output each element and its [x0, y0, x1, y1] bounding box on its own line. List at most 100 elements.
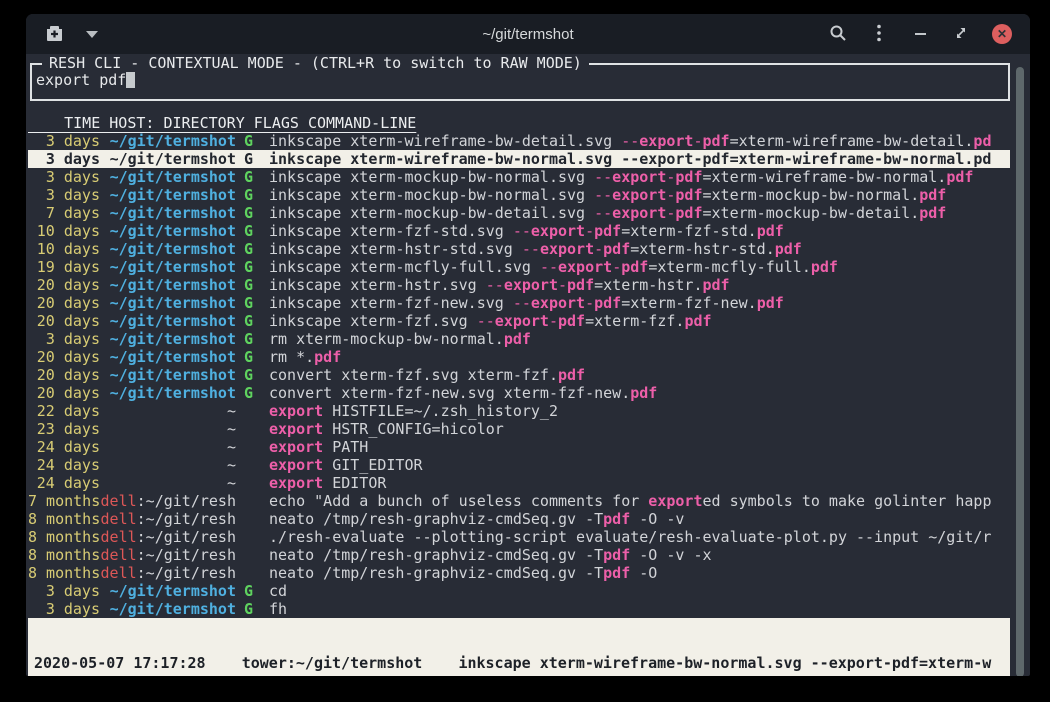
- history-row[interactable]: 20 days~/git/termshotGrm *.pdf: [28, 348, 1010, 366]
- text-segment: :~/git/resh: [137, 546, 236, 564]
- text-segment: =xterm-hstr.: [594, 276, 702, 294]
- text-segment: --: [594, 204, 612, 222]
- history-row[interactable]: 24 days ~ export GIT_EDITOR: [28, 456, 1010, 474]
- history-row[interactable]: 20 days~/git/termshotGinkscape xterm-fzf…: [28, 312, 1010, 330]
- text-segment: pdf: [504, 330, 531, 348]
- history-row[interactable]: 8 monthsdell:~/git/resh ./resh-evaluate -…: [28, 528, 1010, 546]
- new-tab-button[interactable]: [42, 22, 66, 46]
- history-row[interactable]: 24 days~export PATH: [28, 438, 1010, 456]
- row-time: 20 days: [28, 312, 100, 330]
- restore-button[interactable]: [949, 22, 973, 46]
- row-command: cd: [269, 582, 1010, 600]
- restore-icon: [955, 27, 967, 42]
- text-segment: pdf: [919, 204, 946, 222]
- row-command: export HISTFILE=~/.zsh_history_2: [269, 402, 1010, 420]
- scrollbar-thumb[interactable]: [1016, 67, 1024, 676]
- text-segment: export: [612, 186, 666, 204]
- text-segment: --: [486, 276, 504, 294]
- history-row[interactable]: 23 days~export HSTR_CONFIG=hicolor: [28, 420, 1010, 438]
- history-list: 3 days~/git/termshotGinkscape xterm-wire…: [28, 132, 1010, 618]
- history-row[interactable]: 24 days~export EDITOR: [28, 474, 1010, 492]
- text-segment: inkscape xterm-fzf-std.svg: [269, 222, 513, 240]
- text-segment: pdf: [603, 510, 630, 528]
- text-segment: =xterm-mcfly-full.: [648, 258, 811, 276]
- menu-button[interactable]: [867, 22, 891, 46]
- history-row[interactable]: 3 days~/git/termshotGcd: [28, 582, 1010, 600]
- history-row[interactable]: 7 days~/git/termshotGinkscape xterm-mock…: [28, 204, 1010, 222]
- row-host-directory: ~/git/termshot: [104, 330, 236, 348]
- text-segment: --: [513, 294, 531, 312]
- text-segment: ~/git/termshot: [110, 150, 236, 168]
- history-row[interactable]: 8 monthsdell:~/git/reshneato /tmp/resh-g…: [28, 510, 1010, 528]
- history-row[interactable]: 20 days~/git/termshotGconvert xterm-fzf-…: [28, 384, 1010, 402]
- close-button[interactable]: ✕: [990, 22, 1014, 46]
- text-segment: convert xterm-fzf.svg xterm-fzf.: [269, 366, 558, 384]
- search-icon: [829, 24, 847, 45]
- row-host-directory: ~/git/termshot: [104, 348, 236, 366]
- text-segment: -: [585, 222, 594, 240]
- history-row[interactable]: 20 days~/git/termshotGinkscape xterm-hst…: [28, 276, 1010, 294]
- text-segment: pdf: [630, 384, 657, 402]
- history-row[interactable]: 8 monthsdell:~/git/reshneato /tmp/resh-g…: [28, 546, 1010, 564]
- row-flags: [244, 564, 254, 582]
- row-host-directory: dell:~/git/resh: [104, 564, 236, 582]
- text-segment: ~: [227, 402, 236, 420]
- text-segment: -: [585, 294, 594, 312]
- search-box[interactable]: RESH CLI - CONTEXTUAL MODE - (CTRL+R to …: [30, 63, 1010, 101]
- text-segment: ~: [227, 456, 236, 474]
- row-command: export PATH: [269, 438, 1010, 456]
- text-segment: --: [477, 312, 495, 330]
- text-segment: export: [504, 276, 558, 294]
- row-host-directory: ~/git/termshot: [104, 150, 236, 168]
- history-row[interactable]: 3 days~/git/termshotGinkscape xterm-mock…: [28, 186, 1010, 204]
- row-host-directory: dell:~/git/resh: [104, 528, 236, 546]
- row-time: 20 days: [28, 384, 100, 402]
- row-time: 8 months: [28, 528, 100, 546]
- row-host-directory: ~/git/termshot: [104, 186, 236, 204]
- text-segment: ~/git/termshot: [110, 348, 236, 366]
- history-row[interactable]: 10 days~/git/termshotGinkscape xterm-hst…: [28, 240, 1010, 258]
- history-row[interactable]: 3 days~/git/termshotGrm xterm-mockup-bw-…: [28, 330, 1010, 348]
- history-row-selected[interactable]: 3 days~/git/termshotGinkscape xterm-wire…: [28, 150, 1010, 168]
- text-segment: ~/git/termshot: [110, 240, 236, 258]
- text-segment: export: [269, 402, 323, 420]
- row-host-directory: ~: [104, 474, 236, 492]
- text-segment: pdf: [675, 204, 702, 222]
- tab-list-dropdown-button[interactable]: [80, 22, 104, 46]
- text-segment: pdf: [567, 276, 594, 294]
- text-segment: -: [558, 276, 567, 294]
- text-segment: =xterm-mockup-bw-detail.: [702, 204, 919, 222]
- row-time: 3 days: [28, 150, 100, 168]
- row-time: 3 days: [28, 582, 100, 600]
- row-flags: [244, 510, 254, 528]
- text-segment: export: [495, 312, 549, 330]
- row-time: 24 days: [28, 456, 100, 474]
- text-segment: export: [531, 294, 585, 312]
- minimize-button[interactable]: [908, 22, 932, 46]
- window-title: ~/git/termshot: [262, 26, 794, 43]
- row-flags: [244, 474, 254, 492]
- history-row[interactable]: 3 days~/git/termshotGfh: [28, 600, 1010, 618]
- text-segment: export: [558, 258, 612, 276]
- row-time: 8 months: [28, 564, 100, 582]
- row-command: ./resh-evaluate --plotting-script evalua…: [269, 528, 1010, 546]
- history-row[interactable]: 20 days~/git/termshotGconvert xterm-fzf.…: [28, 366, 1010, 384]
- history-row[interactable]: 22 days~export HISTFILE=~/.zsh_history_2: [28, 402, 1010, 420]
- row-flags: G: [244, 204, 254, 222]
- row-command: export GIT_EDITOR: [269, 456, 1010, 474]
- history-row[interactable]: 19 days~/git/termshotGinkscape xterm-mcf…: [28, 258, 1010, 276]
- text-segment: ~/git/termshot: [110, 258, 236, 276]
- history-row[interactable]: 7 monthsdell:~/git/reshecho "Add a bunch…: [28, 492, 1010, 510]
- text-segment: pdf: [757, 222, 784, 240]
- text-segment: ed symbols to make golinter happ: [702, 492, 991, 510]
- history-row[interactable]: 20 days~/git/termshotGinkscape xterm-fzf…: [28, 294, 1010, 312]
- text-segment: ~/git/termshot: [110, 384, 236, 402]
- history-row[interactable]: 3 days~/git/termshotGinkscape xterm-mock…: [28, 168, 1010, 186]
- titlebar-right: ✕: [794, 22, 1030, 46]
- text-segment: ./resh-evaluate --plotting-script evalua…: [269, 528, 991, 546]
- search-button[interactable]: [826, 22, 850, 46]
- history-row[interactable]: 3 days~/git/termshotGinkscape xterm-wire…: [28, 132, 1010, 150]
- history-row[interactable]: 8 monthsdell:~/git/reshneato /tmp/resh-g…: [28, 564, 1010, 582]
- history-row[interactable]: 10 days~/git/termshotGinkscape xterm-fzf…: [28, 222, 1010, 240]
- text-segment: =xterm-mockup-bw-normal.: [702, 186, 919, 204]
